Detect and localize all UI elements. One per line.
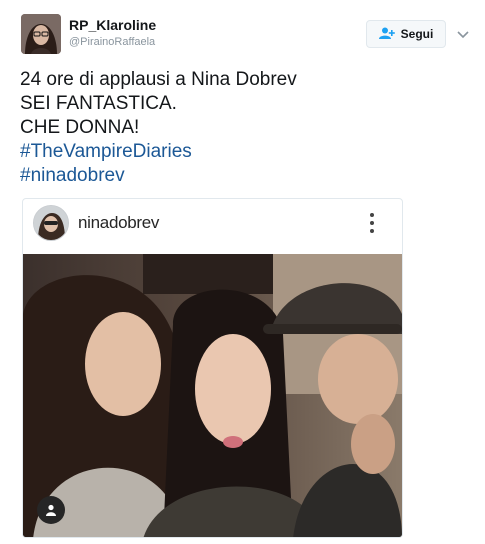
user-handle[interactable]: @PirainoRaffaela	[69, 36, 155, 48]
chevron-down-icon[interactable]	[455, 26, 471, 42]
display-name[interactable]: RP_Klaroline	[69, 17, 156, 33]
avatar[interactable]	[21, 14, 61, 54]
post-photo[interactable]	[23, 254, 402, 537]
add-user-icon	[378, 27, 395, 42]
tweet-line: CHE DONNA!	[20, 117, 140, 138]
more-vertical-icon[interactable]	[367, 211, 377, 235]
embedded-post-card[interactable]: ninadobrev	[22, 198, 403, 538]
tweet-line: SEI FANTASTICA.	[20, 93, 177, 114]
tweet-line: 24 ore di applausi a Nina Dobrev	[20, 69, 297, 90]
follow-button-label: Segui	[400, 27, 434, 41]
embed-username[interactable]: ninadobrev	[78, 213, 159, 233]
user-tag-icon[interactable]	[37, 496, 65, 524]
follow-button[interactable]: Segui	[366, 20, 446, 48]
hashtag-link[interactable]: #ninadobrev	[20, 164, 460, 188]
hashtag-link[interactable]: #TheVampireDiaries	[20, 140, 460, 164]
embed-avatar[interactable]	[33, 205, 69, 241]
tweet-text: 24 ore di applausi a Nina Dobrev SEI FAN…	[20, 68, 460, 188]
